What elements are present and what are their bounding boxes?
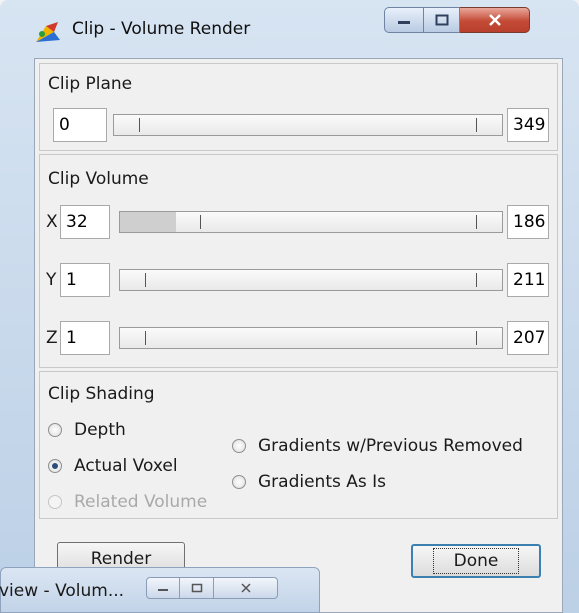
background-window-titlebar[interactable]: view - Volum... <box>0 567 320 613</box>
clip-shading-title: Clip Shading <box>48 384 155 404</box>
x-max-input[interactable]: 186 <box>507 205 549 239</box>
clip-plane-max-input[interactable]: 349 <box>507 108 549 142</box>
y-axis-label: Y <box>46 270 57 290</box>
x-slider-fill <box>120 212 176 232</box>
clip-plane-group: Clip Plane 0 349 <box>39 63 558 151</box>
radio-label: Related Volume <box>74 492 208 512</box>
title-bar[interactable]: Clip - Volume Render <box>0 0 579 58</box>
radio-button-disabled <box>48 495 62 509</box>
maximize-button[interactable] <box>424 7 460 33</box>
radio-label: Actual Voxel <box>74 456 178 476</box>
z-slider[interactable] <box>119 327 503 349</box>
clip-volume-render-window: Clip - Volume Render Clip Plane 0 349 Cl… <box>0 0 579 613</box>
minimize-icon <box>398 21 410 24</box>
clip-plane-slider[interactable] <box>113 114 503 136</box>
radio-button-selected[interactable] <box>48 459 62 473</box>
clip-plane-title: Clip Plane <box>48 74 133 94</box>
y-min-input[interactable]: 1 <box>60 263 110 297</box>
x-min-input[interactable]: 32 <box>60 205 110 239</box>
radio-button[interactable] <box>232 475 246 489</box>
slider-max-handle[interactable] <box>476 215 477 229</box>
close-button[interactable] <box>460 7 530 33</box>
clip-plane-min-input[interactable]: 0 <box>53 108 107 142</box>
slider-min-handle[interactable] <box>139 118 140 132</box>
slider-min-handle[interactable] <box>145 273 146 287</box>
close-button[interactable] <box>214 577 278 599</box>
radio-gradients-as-is[interactable]: Gradients As Is <box>232 472 386 492</box>
radio-related-volume: Related Volume <box>48 492 207 512</box>
clip-volume-group: Clip Volume X 32 186 Y 1 211 Z 1 207 <box>39 154 558 368</box>
done-button[interactable]: Done <box>411 544 541 578</box>
z-max-input[interactable]: 207 <box>507 321 549 355</box>
slider-min-handle[interactable] <box>145 331 146 345</box>
minimize-button[interactable] <box>146 577 180 599</box>
x-slider[interactable] <box>119 211 503 233</box>
slider-max-handle[interactable] <box>476 273 477 287</box>
close-icon <box>240 583 251 593</box>
maximize-icon <box>191 583 202 593</box>
z-min-input[interactable]: 1 <box>60 321 110 355</box>
done-button-label: Done <box>432 548 520 574</box>
window-controls <box>384 7 530 33</box>
x-axis-label: X <box>46 212 58 232</box>
radio-label: Gradients As Is <box>258 472 387 492</box>
radio-label: Depth <box>74 420 126 440</box>
close-icon <box>488 14 501 26</box>
radio-depth[interactable]: Depth <box>48 420 126 440</box>
radio-actual-voxel[interactable]: Actual Voxel <box>48 456 178 476</box>
window-title: Clip - Volume Render <box>72 19 251 39</box>
radio-label: Gradients w/Previous Removed <box>258 436 523 456</box>
z-axis-label: Z <box>46 328 58 348</box>
y-max-input[interactable]: 211 <box>507 263 549 297</box>
app-icon <box>36 22 60 42</box>
background-window-title: view - Volum... <box>0 581 125 601</box>
dialog-client-area: Clip Plane 0 349 Clip Volume X 32 186 Y … <box>34 58 563 613</box>
clip-shading-group: Clip Shading Depth Actual Voxel Related … <box>39 371 558 519</box>
maximize-icon <box>435 14 448 26</box>
background-window-controls <box>146 577 278 599</box>
minimize-icon <box>158 589 168 591</box>
maximize-button[interactable] <box>180 577 214 599</box>
minimize-button[interactable] <box>384 7 424 33</box>
y-slider[interactable] <box>119 269 503 291</box>
slider-min-handle[interactable] <box>200 215 201 229</box>
clip-volume-title: Clip Volume <box>48 169 149 189</box>
radio-gradients-previous-removed[interactable]: Gradients w/Previous Removed <box>232 436 523 456</box>
slider-max-handle[interactable] <box>476 331 477 345</box>
radio-button[interactable] <box>48 423 62 437</box>
slider-max-handle[interactable] <box>476 118 477 132</box>
radio-button[interactable] <box>232 439 246 453</box>
